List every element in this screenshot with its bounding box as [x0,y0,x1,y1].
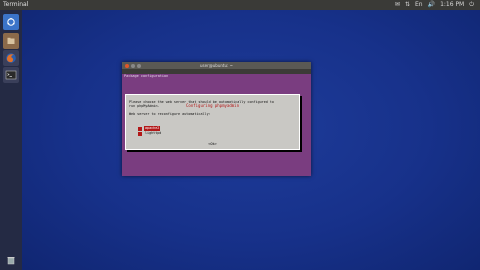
volume-icon[interactable]: 🔊 [428,1,435,9]
terminal-icon[interactable] [3,67,19,83]
checkbox-icon[interactable] [138,126,142,131]
dash-home-icon[interactable] [3,14,19,30]
power-icon[interactable]: ⏻ [469,1,474,9]
dialog-text-line2: run phpMyAdmin. [129,104,160,109]
terminal-titlebar[interactable]: user@ubuntu: ~ [122,62,311,69]
network-icon[interactable]: ⇅ [405,1,410,9]
package-configuration-header: Package configuration [124,74,169,78]
terminal-window[interactable]: user@ubuntu: ~ Package configuration Con… [122,62,311,176]
system-tray: ✉ ⇅ En 🔊 1:16 PM ⏻ [395,1,474,9]
clock[interactable]: 1:16 PM [440,1,464,9]
option-lighttpd[interactable]: lighttpd [138,131,162,136]
files-icon[interactable] [3,33,19,49]
firefox-icon[interactable] [3,50,19,66]
checkbox-icon[interactable] [138,131,142,136]
mail-icon[interactable]: ✉ [395,1,400,9]
config-dialog: Configuring phpmyadmin Please choose the… [125,94,300,150]
terminal-title: user@ubuntu: ~ [200,63,233,68]
active-app-title: Terminal [3,1,29,8]
terminal-body[interactable]: Package configuration Configuring phpmya… [122,74,311,176]
trash-icon[interactable] [3,252,19,268]
dialog-prompt: Web server to reconfigure automatically: [129,112,211,116]
keyboard-layout-indicator[interactable]: En [415,1,423,9]
option-label: lighttpd [145,131,162,135]
ok-button[interactable]: <Ok> [126,142,299,147]
launcher [0,10,22,270]
top-panel: Terminal ✉ ⇅ En 🔊 1:16 PM ⏻ [0,0,480,10]
server-options: apache2 lighttpd [138,126,162,136]
